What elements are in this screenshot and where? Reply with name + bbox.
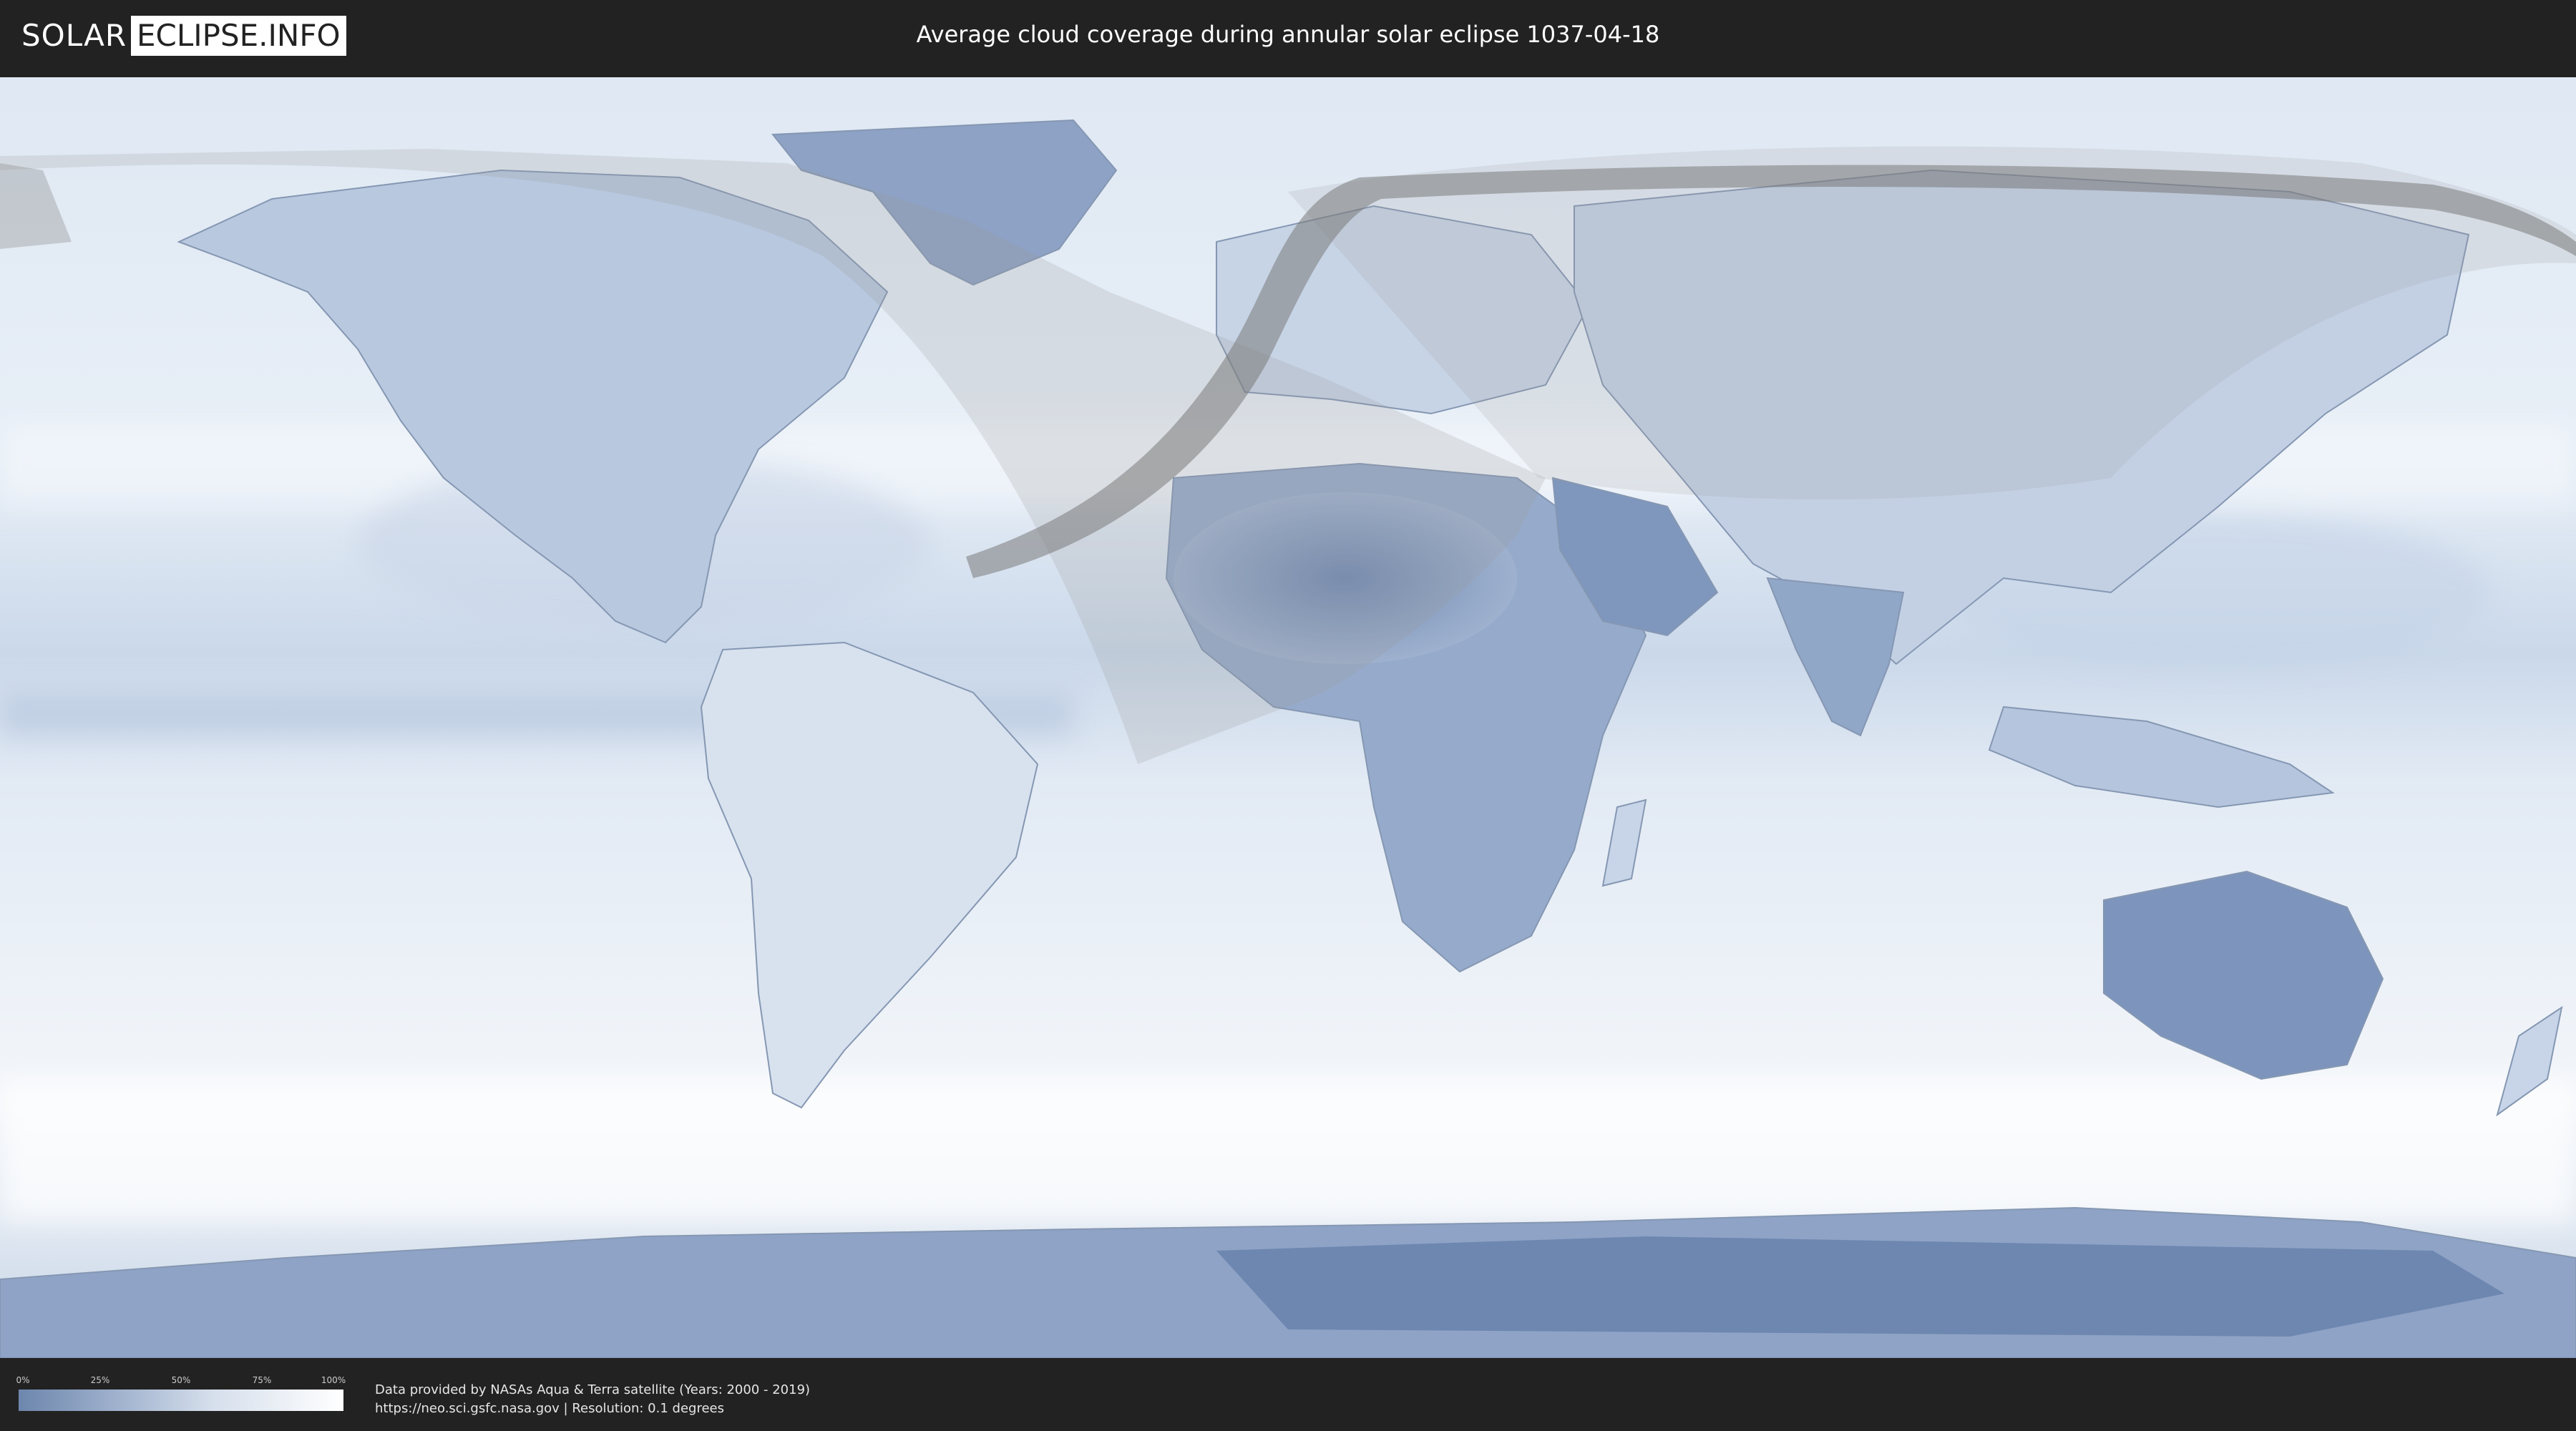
legend-tick: 75% (252, 1375, 272, 1385)
legend-tick: 25% (90, 1375, 110, 1385)
credits-line-url[interactable]: https://neo.sci.gsfc.nasa.gov | Resoluti… (375, 1400, 810, 1418)
page-title: Average cloud coverage during annular so… (916, 21, 1660, 48)
legend-tick: 100% (321, 1375, 346, 1385)
world-map-svg (0, 77, 2576, 1358)
footer: 0% 25% 50% 75% 100% Data provided by NAS… (0, 1358, 2576, 1431)
data-credits: Data provided by NASAs Aqua & Terra sate… (375, 1381, 810, 1418)
antarctica-interior (1216, 1236, 2504, 1337)
header: SOLAR ECLIPSE.INFO Average cloud coverag… (0, 0, 2576, 73)
page: SOLAR ECLIPSE.INFO Average cloud coverag… (0, 0, 2576, 1431)
legend-tick: 0% (16, 1375, 30, 1385)
legend-tick: 50% (171, 1375, 191, 1385)
cloud-coverage-map[interactable] (0, 77, 2576, 1358)
cloud-coverage-legend: 0% 25% 50% 75% 100% (16, 1375, 346, 1412)
legend-gradient-bar (19, 1390, 343, 1411)
credits-line-source: Data provided by NASAs Aqua & Terra sate… (375, 1382, 811, 1397)
